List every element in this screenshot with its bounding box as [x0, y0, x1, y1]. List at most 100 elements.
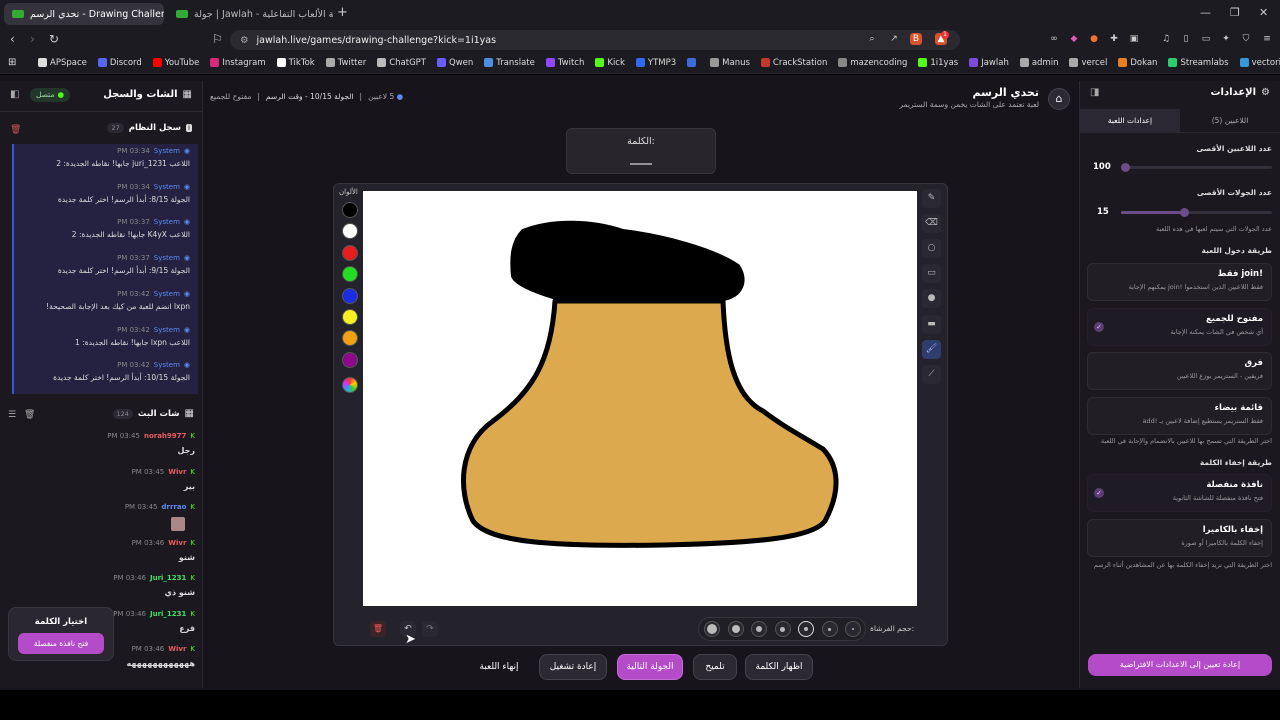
extension-1-icon[interactable]: ∞ — [1048, 33, 1060, 45]
option-card[interactable]: نافذة منفصلة فتح نافذة منفصلة للشاشة الثا… — [1087, 474, 1272, 512]
menu-icon[interactable]: ≡ — [1261, 33, 1273, 45]
site-info-icon[interactable]: ⚙ — [240, 35, 249, 46]
bookmark-item[interactable]: vercel — [1069, 58, 1107, 68]
bookmark-item[interactable]: TikTok — [276, 58, 315, 68]
chat-username[interactable]: Juri_1231 — [150, 610, 186, 618]
option-card[interactable]: إخفاء بالكاميرا إخفاء الكلمة بالكاميرا أو… — [1087, 518, 1272, 557]
bookmark-item[interactable]: YTMP3 — [635, 58, 676, 68]
custom-color-picker[interactable] — [342, 377, 358, 393]
bookmark-item[interactable] — [687, 58, 699, 67]
next-round-button[interactable]: الجولة التالية — [617, 654, 683, 680]
bookmark-item[interactable]: admin — [1019, 58, 1058, 68]
redo-icon[interactable]: ↷ — [422, 621, 438, 637]
bookmark-item[interactable]: ChatGPT — [377, 58, 426, 68]
tab-drawing-challenge[interactable]: تحدي الرسم - Drawing Challenge ✕ — [4, 3, 164, 25]
color-swatch[interactable] — [342, 351, 358, 368]
tab-jawlah[interactable]: جولة | Jawlah - منصة الألعاب التفاعلية ✕ — [168, 3, 333, 25]
zoom-icon[interactable]: ⌕ — [866, 33, 878, 45]
drawing-canvas[interactable] — [363, 191, 917, 606]
circle-outline-icon[interactable]: ○ — [922, 239, 941, 259]
collapse-panel-icon[interactable]: ◧ — [10, 89, 19, 100]
bookmark-item[interactable]: Streamlabs — [1168, 58, 1229, 68]
tab-players[interactable]: اللاعبين (5) — [1180, 109, 1280, 133]
minimize-button[interactable]: — — [1200, 6, 1211, 19]
restart-button[interactable]: إعادة تشغيل — [539, 654, 607, 680]
bookmark-item[interactable]: APSpace — [38, 58, 87, 68]
extension-4-icon[interactable]: ▣ — [1128, 33, 1140, 45]
rectangle-fill-icon[interactable]: ▬ — [922, 314, 941, 334]
trash-icon[interactable]: 🗑 — [24, 410, 35, 420]
bookmark-item[interactable]: Translate — [484, 58, 535, 68]
slider-thumb[interactable] — [1121, 163, 1130, 172]
back-icon[interactable]: ‹ — [10, 32, 15, 46]
max-players-slider[interactable] — [1121, 163, 1272, 172]
vpn-icon[interactable]: ⛉ — [1240, 33, 1252, 45]
chat-username[interactable]: norah9977 — [144, 432, 186, 440]
show-word-button[interactable]: اظهار الكلمة — [745, 654, 813, 680]
bookmark-item[interactable]: Manus — [710, 58, 750, 68]
option-card[interactable]: مفتوح للجميع أي شخص في الشات يمكنه الإجاب… — [1087, 307, 1272, 346]
filter-icon[interactable]: ☰ — [8, 410, 16, 420]
bookmark-item[interactable]: YouTube — [152, 58, 199, 68]
close-window-button[interactable]: ✕ — [1259, 6, 1268, 19]
bookmark-item[interactable]: vectorizer — [1239, 58, 1280, 68]
reload-icon[interactable]: ↻ — [49, 32, 59, 46]
bookmark-item[interactable]: Twitter — [325, 58, 366, 68]
chat-username[interactable]: Wivr — [168, 539, 186, 547]
fill-bucket-icon[interactable]: 🖌 — [922, 339, 941, 359]
end-game-button[interactable]: إنهاء اللعبة — [470, 654, 528, 680]
brush-size-option[interactable] — [798, 621, 814, 637]
bookmark-item[interactable]: 1i1yas — [918, 58, 958, 68]
url-field[interactable]: ⚙ jawlah.live/games/drawing-challenge?ki… — [230, 30, 960, 50]
chat-username[interactable]: Juri_1231 — [150, 574, 186, 582]
chat-username[interactable]: Wivr — [168, 645, 186, 653]
hint-button[interactable]: تلميح — [693, 654, 737, 680]
extension-3-icon[interactable]: ● — [1088, 33, 1100, 45]
color-swatch[interactable] — [342, 244, 358, 261]
bookmark-item[interactable]: Qwen — [437, 58, 473, 68]
option-card[interactable]: !join فقط فقط اللاعبين الذين استخدموا !jo… — [1087, 263, 1272, 301]
brush-size-option[interactable] — [704, 621, 720, 637]
brush-size-option[interactable] — [845, 621, 861, 637]
option-card[interactable]: فرق فريقين - الستريمر يوزع اللاعبين — [1087, 352, 1272, 390]
apps-grid-icon[interactable]: ⊞ — [8, 57, 16, 68]
pencil-icon[interactable]: ✎ — [922, 189, 941, 208]
reset-defaults-button[interactable]: إعادة تعيين إلى الاعدادات الافتراضية — [1088, 654, 1272, 676]
tab-game-settings[interactable]: إعدادات اللعبة — [1080, 109, 1180, 133]
brave-shield-icon[interactable]: B — [910, 33, 922, 45]
brush-size-option[interactable] — [751, 621, 767, 637]
color-swatch[interactable] — [342, 202, 358, 218]
color-swatch[interactable] — [342, 287, 358, 304]
brush-size-option[interactable] — [727, 621, 744, 637]
clear-canvas-button[interactable]: 🗑 — [370, 621, 386, 637]
maximize-button[interactable]: ❐ — [1230, 6, 1240, 19]
color-swatch[interactable] — [342, 309, 358, 325]
rectangle-outline-icon[interactable]: ▭ — [922, 264, 941, 284]
bookmark-item[interactable]: mazencoding — [838, 58, 907, 68]
extensions-icon[interactable]: ✚ — [1108, 33, 1120, 45]
leo-icon[interactable]: ✦ — [1220, 33, 1232, 45]
wallet-icon[interactable]: ▭ — [1200, 33, 1212, 45]
bookmark-item[interactable]: Twitch — [545, 58, 584, 68]
collapse-panel-icon[interactable]: ◨ — [1090, 87, 1099, 98]
music-icon[interactable]: ♫ — [1160, 33, 1172, 45]
brush-size-option[interactable] — [821, 621, 838, 637]
brush-size-option[interactable] — [774, 621, 791, 637]
bookmark-icon[interactable]: ⚐ — [212, 32, 223, 46]
chat-username[interactable]: drrrao — [162, 503, 187, 511]
line-icon[interactable]: ⟋ — [922, 364, 941, 384]
forward-icon[interactable]: › — [30, 32, 35, 46]
extension-2-icon[interactable]: ◆ — [1068, 33, 1080, 45]
bookmark-item[interactable]: Jawlah — [969, 58, 1009, 68]
bookmark-item[interactable]: Instagram — [210, 58, 266, 68]
option-card[interactable]: قائمة بيضاء فقط الستريمر يستطيع إضافة لاع… — [1087, 396, 1272, 435]
home-icon[interactable]: ⌂ — [1048, 88, 1070, 110]
eraser-icon[interactable]: ⌫ — [922, 214, 941, 234]
share-icon[interactable]: ↗ — [888, 33, 900, 45]
bookmark-item[interactable]: CrackStation — [760, 58, 827, 68]
bookmark-item[interactable]: Dokan — [1118, 58, 1157, 68]
open-window-button[interactable]: فتح نافذة منفصلة — [18, 633, 104, 654]
trash-icon[interactable]: 🗑 — [10, 125, 21, 135]
new-tab-button[interactable]: + — [337, 5, 348, 20]
max-rounds-slider[interactable] — [1121, 208, 1272, 217]
